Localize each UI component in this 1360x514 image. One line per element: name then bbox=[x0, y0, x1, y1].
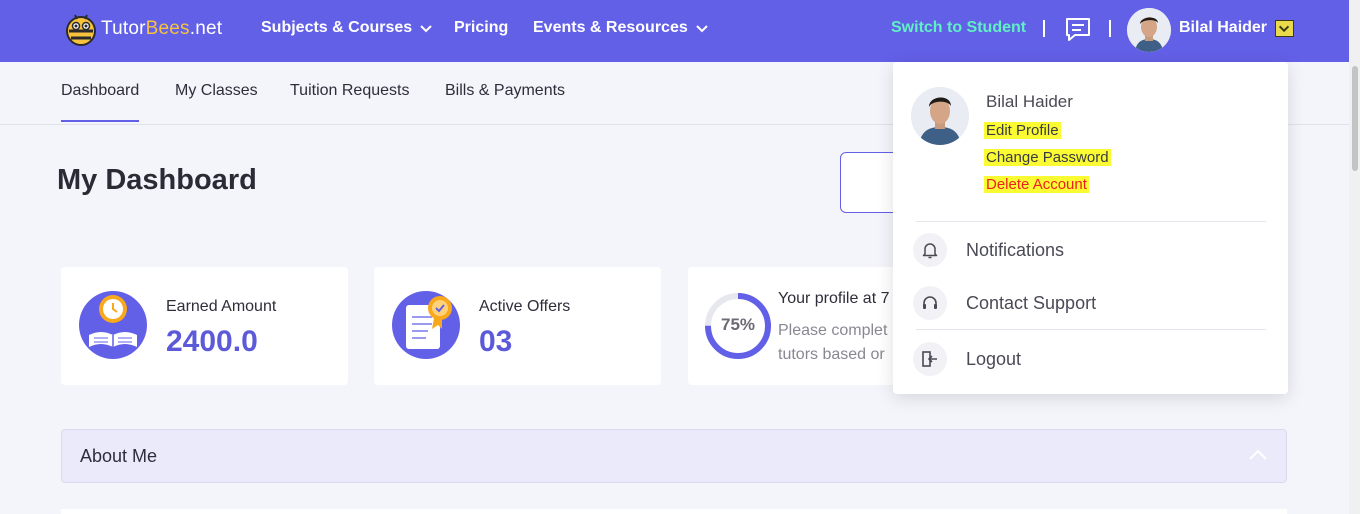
nav-subjects-label: Subjects & Courses bbox=[261, 19, 413, 36]
profile-card-title: Your profile at 7 bbox=[778, 290, 890, 307]
menu-item-label: Contact Support bbox=[966, 292, 1097, 313]
active-offers-card: Active Offers 03 bbox=[374, 267, 661, 385]
dropdown-user-name: Bilal Haider bbox=[986, 92, 1073, 111]
tab-my-classes[interactable]: My Classes bbox=[175, 82, 258, 120]
bee-logo-icon bbox=[66, 14, 96, 46]
page-title: My Dashboard bbox=[57, 164, 257, 196]
about-me-title: About Me bbox=[80, 446, 158, 466]
brand-logo[interactable]: TutorBees.net bbox=[64, 11, 222, 47]
earned-amount-value: 2400.0 bbox=[166, 325, 258, 358]
logout-icon bbox=[913, 342, 947, 376]
tab-dashboard[interactable]: Dashboard bbox=[61, 82, 140, 122]
certificate-icon bbox=[392, 291, 460, 359]
nav-pricing-label: Pricing bbox=[454, 19, 509, 36]
user-photo-icon bbox=[911, 87, 969, 145]
chevron-up-icon[interactable] bbox=[1248, 448, 1268, 462]
tab-tuition-requests[interactable]: Tuition Requests bbox=[290, 82, 409, 120]
bell-icon bbox=[913, 233, 947, 267]
divider bbox=[1043, 20, 1045, 37]
profile-percent: 75% bbox=[720, 315, 756, 334]
scrollbar-thumb[interactable] bbox=[1352, 66, 1358, 171]
menu-item-label: Notifications bbox=[966, 239, 1065, 260]
chevron-down-icon bbox=[696, 25, 708, 33]
nav-events-resources[interactable]: Events & Resources bbox=[533, 19, 708, 37]
chat-icon[interactable] bbox=[1064, 16, 1092, 44]
user-menu-toggle[interactable] bbox=[1275, 20, 1294, 37]
divider bbox=[916, 221, 1266, 222]
nav-events-label: Events & Resources bbox=[533, 19, 688, 36]
brand-name: TutorBees.net bbox=[101, 18, 223, 39]
book-clock-icon bbox=[79, 291, 147, 359]
nav-pricing[interactable]: Pricing bbox=[454, 19, 508, 37]
earned-amount-card: Earned Amount 2400.0 bbox=[61, 267, 348, 385]
nav-subjects-courses[interactable]: Subjects & Courses bbox=[261, 19, 432, 37]
profile-card-description: Please complet tutors based or bbox=[778, 322, 888, 363]
user-dropdown-menu: Bilal Haider Edit Profile Change Passwor… bbox=[893, 62, 1288, 394]
edit-profile-link[interactable]: Edit Profile bbox=[984, 122, 1061, 139]
top-navbar: TutorBees.net Subjects & Courses Pricing… bbox=[0, 0, 1360, 62]
avatar[interactable] bbox=[1127, 8, 1171, 52]
card-label: Earned Amount bbox=[166, 298, 277, 315]
user-photo-icon bbox=[1127, 8, 1171, 52]
profile-completion-card: 75% Your profile at 7 Please complet tut… bbox=[688, 267, 898, 385]
active-offers-value: 03 bbox=[479, 325, 513, 358]
switch-to-student-link[interactable]: Switch to Student bbox=[891, 19, 1026, 37]
chevron-down-icon bbox=[1278, 25, 1290, 33]
headset-icon bbox=[913, 286, 947, 320]
menu-item-notifications[interactable]: Notifications bbox=[913, 233, 1064, 267]
header-user-name[interactable]: Bilal Haider bbox=[1179, 19, 1267, 37]
chevron-down-icon bbox=[420, 25, 432, 33]
menu-item-label: Logout bbox=[966, 348, 1022, 369]
change-password-link[interactable]: Change Password bbox=[984, 149, 1111, 166]
card-label: Active Offers bbox=[479, 298, 571, 315]
tab-bills-payments[interactable]: Bills & Payments bbox=[445, 82, 565, 120]
menu-item-logout[interactable]: Logout bbox=[913, 342, 1021, 376]
divider bbox=[1109, 20, 1111, 37]
delete-account-link[interactable]: Delete Account bbox=[984, 176, 1089, 193]
about-me-section[interactable]: About Me bbox=[61, 429, 1287, 483]
menu-item-contact-support[interactable]: Contact Support bbox=[913, 286, 1096, 320]
divider bbox=[916, 329, 1266, 330]
avatar bbox=[911, 87, 969, 145]
content-card bbox=[61, 509, 1287, 514]
